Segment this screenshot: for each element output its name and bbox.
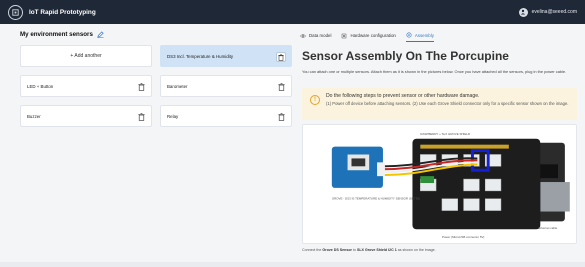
sensor-card[interactable]: Buzzer [20, 105, 152, 127]
sensor-card[interactable]: LED + Button [20, 75, 152, 97]
gear-icon [406, 32, 412, 38]
tab-data-model[interactable]: Data model [300, 32, 331, 42]
eye-icon [300, 33, 306, 38]
warning-alert: ! Do the following steps to prevent sens… [302, 88, 577, 120]
sensor-label: GROVE - DS3 IS TEMPERATURE & HUMIDITY SE… [332, 197, 420, 201]
user-email: evelina@seeed.com [531, 9, 577, 15]
chip-icon [342, 33, 347, 38]
tab-hardware-configuration[interactable]: Hardware configuration [341, 32, 396, 42]
add-sensor-button[interactable]: + Add another [20, 45, 152, 67]
user-menu[interactable]: evelina@seeed.com [518, 7, 577, 17]
shield-label: RASPBERRY + SLX GROVE SHIELD [420, 132, 470, 136]
sensor-card[interactable]: Relay [160, 105, 292, 127]
assembly-description: You can attach one or multiple sensors. … [302, 69, 567, 74]
ethernet-label: Ethernet cable [538, 226, 557, 230]
trash-icon[interactable] [138, 83, 145, 91]
tab-label: Hardware configuration [350, 33, 396, 38]
gpio-header [420, 144, 509, 149]
tab-label: Assembly [414, 32, 434, 38]
add-sensor-label: + Add another [70, 53, 102, 59]
page-title: Sensor Assembly On The Porcupine [302, 49, 509, 63]
app-title: IoT Rapid Prototyping [29, 8, 96, 16]
sensor-card-label: Relay [167, 113, 179, 119]
assembly-illustration: RASPBERRY + SLX GROVE SHIELD GROVE - DS3… [331, 132, 570, 239]
sensor-card-label: DS3 Incl. Temperature & Humidity [167, 53, 234, 59]
tab-bar: Data model Hardware configuration Assemb… [300, 32, 434, 42]
alert-body: (1) Power off device before attaching se… [326, 101, 569, 106]
caption-port: SLX Grove Shield I2C 1 [356, 248, 397, 252]
sensor-card[interactable]: DS3 Incl. Temperature & Humidity [160, 45, 292, 67]
sensor-card-label: LED + Button [27, 83, 54, 89]
trash-icon[interactable] [278, 113, 285, 121]
caption-prefix: Connect the [302, 248, 323, 252]
sensor-grid: + Add another DS3 Incl. Temperature & Hu… [20, 45, 292, 127]
sensor-window [351, 158, 366, 167]
trash-icon [278, 53, 284, 61]
alert-title: Do the following steps to prevent sensor… [326, 93, 480, 99]
power-label: Power (MicroUSB connector 5V) [442, 235, 484, 239]
diagram-caption: Connect the Grove DS Sensor to SLX Grove… [302, 248, 436, 252]
delete-button[interactable] [276, 52, 286, 62]
caption-sensor: Grove DS Sensor [322, 248, 352, 252]
user-icon [518, 7, 528, 17]
trash-icon[interactable] [138, 113, 145, 121]
top-bar: IoT Rapid Prototyping evelina@seeed.com [0, 0, 585, 24]
tab-assembly[interactable]: Assembly [405, 32, 434, 42]
sensors-title-text: My environment sensors [20, 31, 93, 38]
power-led [420, 176, 435, 184]
sensor-card[interactable]: Barometer [160, 75, 292, 97]
warning-icon: ! [310, 95, 320, 105]
tab-label: Data model [309, 33, 332, 38]
sensor-connector [377, 162, 385, 177]
assembly-diagram: RASPBERRY + SLX GROVE SHIELD GROVE - DS3… [302, 124, 577, 244]
edit-pencil-icon[interactable] [97, 31, 104, 38]
sensor-card-label: Barometer [167, 83, 188, 89]
trash-icon[interactable] [278, 83, 285, 91]
app-logo-icon [8, 4, 23, 20]
sensors-title: My environment sensors [20, 31, 104, 38]
ethernet-port [540, 182, 570, 212]
caption-suffix: as shown on the image. [396, 248, 436, 252]
sensor-card-label: Buzzer [27, 113, 41, 119]
footer-divider [0, 262, 585, 267]
